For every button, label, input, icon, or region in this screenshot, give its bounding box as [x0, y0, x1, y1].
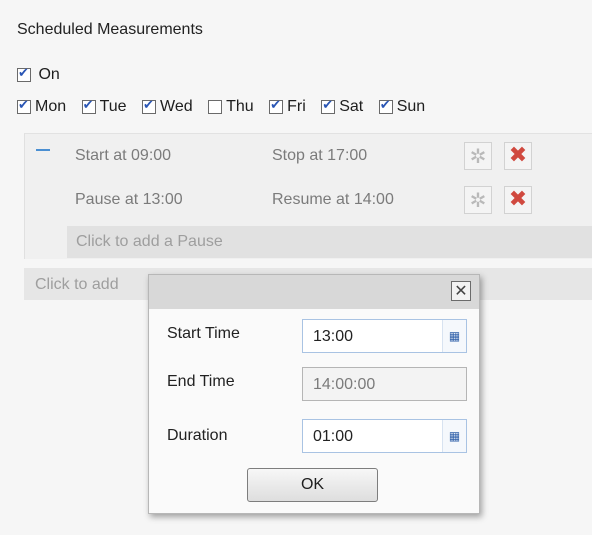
day-sun[interactable]: Sun — [378, 98, 426, 116]
day-mon-label: Mon — [35, 98, 67, 115]
ok-button[interactable]: OK — [247, 468, 378, 502]
delete-icon[interactable]: ✖ — [504, 186, 532, 214]
add-pause-label: Click to add a Pause — [76, 233, 223, 250]
start-time-label: Start Time — [167, 325, 240, 342]
start-time-text: Start at 09:00 — [75, 147, 172, 164]
calendar-icon[interactable]: ▦ — [442, 420, 466, 452]
add-pause-button[interactable]: Click to add a Pause — [67, 226, 592, 258]
end-time-field: 14:00:00 — [302, 367, 467, 401]
weekday-checkboxes: Mon Tue Wed Thu Fri Sat Sun — [17, 98, 436, 116]
end-time-value: 14:00:00 — [313, 376, 376, 393]
add-schedule-label: Click to add — [35, 276, 119, 293]
on-checkbox-row[interactable]: On — [17, 66, 60, 84]
duration-field[interactable]: 01:00 ▦ — [302, 419, 467, 453]
scheduled-measurements-panel: Scheduled Measurements On Mon Tue Wed Th… — [0, 0, 592, 535]
delete-icon[interactable]: ✖ — [504, 142, 532, 170]
day-sat[interactable]: Sat — [321, 98, 363, 116]
on-label: On — [38, 66, 60, 83]
day-tue-checkbox[interactable] — [81, 98, 96, 114]
close-icon[interactable]: ✕ — [451, 281, 471, 301]
day-thu[interactable]: Thu — [208, 98, 254, 116]
day-tue-label: Tue — [99, 98, 127, 115]
day-thu-checkbox[interactable] — [208, 100, 223, 114]
stop-time-text: Stop at 17:00 — [272, 147, 368, 164]
day-fri-checkbox[interactable] — [269, 98, 284, 114]
day-thu-label: Thu — [226, 98, 254, 115]
section-title: Scheduled Measurements — [17, 21, 203, 38]
day-mon[interactable]: Mon — [17, 98, 66, 116]
resume-time-text: Resume at 14:00 — [272, 191, 394, 208]
start-time-value: 13:00 — [313, 328, 354, 345]
gear-icon[interactable]: ✲ — [464, 142, 492, 170]
collapse-icon[interactable] — [36, 149, 50, 151]
day-sat-checkbox[interactable] — [321, 98, 336, 114]
duration-label: Duration — [167, 427, 228, 444]
day-sat-label: Sat — [339, 98, 364, 115]
day-fri-label: Fri — [287, 98, 306, 115]
calendar-icon[interactable]: ▦ — [442, 320, 466, 352]
day-mon-checkbox[interactable] — [17, 98, 31, 114]
day-sun-checkbox[interactable] — [378, 98, 393, 114]
pause-time-dialog: ✕ Start Time 13:00 ▦ End Time 14:00:00 D… — [148, 274, 480, 514]
pause-time-text: Pause at 13:00 — [75, 191, 183, 208]
day-wed-label: Wed — [160, 98, 193, 115]
end-time-label: End Time — [167, 373, 235, 390]
day-sun-label: Sun — [396, 98, 426, 115]
dialog-titlebar[interactable] — [149, 275, 479, 309]
on-checkbox[interactable] — [17, 66, 31, 82]
day-wed-checkbox[interactable] — [142, 98, 157, 114]
start-time-field[interactable]: 13:00 ▦ — [302, 319, 467, 353]
day-wed[interactable]: Wed — [142, 98, 193, 116]
duration-value: 01:00 — [313, 428, 354, 445]
gear-icon[interactable]: ✲ — [464, 186, 492, 214]
day-fri[interactable]: Fri — [269, 98, 306, 116]
day-tue[interactable]: Tue — [81, 98, 127, 116]
